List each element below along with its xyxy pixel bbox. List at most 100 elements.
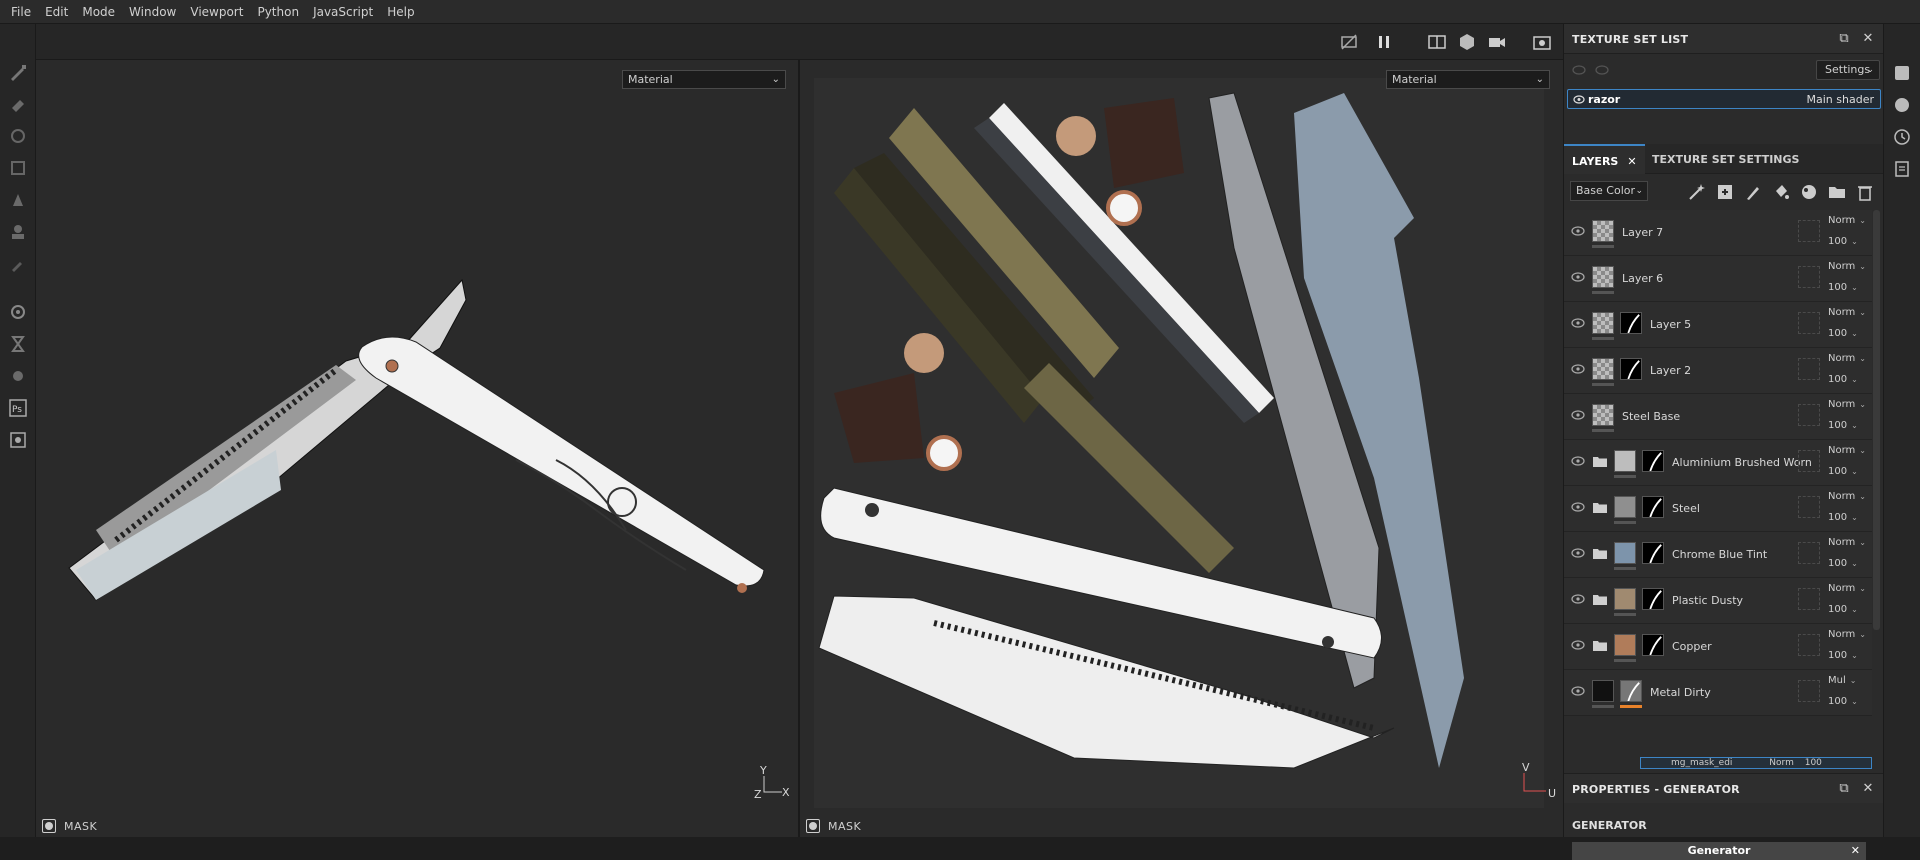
layer-blend-mode[interactable]: Norm ⌄ <box>1828 261 1866 272</box>
layer-opacity[interactable]: 100 ⌄ <box>1828 604 1858 615</box>
mask-icon[interactable] <box>42 819 56 833</box>
sub-layer-opacity[interactable]: 100 <box>1805 758 1822 768</box>
split-view-icon[interactable] <box>1427 32 1447 52</box>
eye-icon[interactable] <box>1571 548 1585 558</box>
settings-gear-icon[interactable] <box>8 366 28 386</box>
projection-icon[interactable] <box>8 126 28 146</box>
cube-view-icon[interactable] <box>1457 32 1477 52</box>
geometry-fill-icon[interactable] <box>8 158 28 178</box>
folder-icon[interactable] <box>1593 548 1607 559</box>
hide-ui-icon[interactable] <box>1339 32 1359 52</box>
texture-set-shader[interactable]: Main shader <box>1807 93 1874 106</box>
settings-dropdown[interactable]: Settings ⌄ <box>1816 60 1880 80</box>
layer-row[interactable]: Steel Base Norm ⌄ 100 ⌄ <box>1564 394 1872 440</box>
magic-wand-icon[interactable] <box>1688 183 1706 201</box>
eye-off-icon[interactable] <box>1572 64 1586 76</box>
mask-thumbnail[interactable] <box>1620 358 1642 380</box>
add-fill-layer-icon[interactable] <box>1772 183 1790 201</box>
menu-window[interactable]: Window <box>122 0 183 24</box>
menu-file[interactable]: File <box>4 0 38 24</box>
undock-icon[interactable]: ⧉ <box>1837 782 1851 796</box>
folder-icon[interactable] <box>1593 456 1607 467</box>
shelf-dock-icon[interactable] <box>1893 96 1911 114</box>
uv-canvas[interactable] <box>814 78 1544 808</box>
menu-help[interactable]: Help <box>380 0 421 24</box>
clone-stamp-icon[interactable] <box>8 222 28 242</box>
eye-icon[interactable] <box>1571 594 1585 604</box>
folder-icon[interactable] <box>1593 502 1607 513</box>
layer-blend-mode[interactable]: Norm ⌄ <box>1828 353 1866 364</box>
layer-blend-mode[interactable]: Norm ⌄ <box>1828 215 1866 226</box>
mask-thumbnail[interactable] <box>1642 542 1664 564</box>
delete-icon[interactable] <box>1856 183 1874 201</box>
layer-thumbnail[interactable] <box>1614 588 1636 610</box>
layer-blend-mode[interactable]: Norm ⌄ <box>1828 307 1866 318</box>
smudge-icon[interactable] <box>8 190 28 210</box>
mask-thumbnail[interactable] <box>1642 588 1664 610</box>
camera-icon[interactable] <box>1487 32 1507 52</box>
eye-icon[interactable] <box>1573 95 1585 104</box>
texture-set-item[interactable]: razor Main shader <box>1567 89 1881 109</box>
folder-icon[interactable] <box>1593 640 1607 651</box>
layer-opacity[interactable]: 100 ⌄ <box>1828 328 1858 339</box>
close-icon[interactable]: ✕ <box>1861 782 1875 796</box>
bake-icon[interactable] <box>8 302 28 322</box>
mask-thumbnail[interactable] <box>1642 634 1664 656</box>
layer-thumbnail[interactable] <box>1614 496 1636 518</box>
close-icon[interactable]: ✕ <box>1627 155 1636 168</box>
layer-opacity[interactable]: 100 ⌄ <box>1828 512 1858 523</box>
layer-row[interactable]: Layer 6 Norm ⌄ 100 ⌄ <box>1564 256 1872 302</box>
generator-selector[interactable]: Generator ✕ <box>1572 842 1866 860</box>
menu-viewport[interactable]: Viewport <box>183 0 250 24</box>
layer-row[interactable]: Plastic Dusty Norm ⌄ 100 ⌄ <box>1564 578 1872 624</box>
pause-icon[interactable] <box>1374 32 1394 52</box>
layer-blend-mode[interactable]: Norm ⌄ <box>1828 445 1866 456</box>
paint-brush-icon[interactable] <box>8 62 28 82</box>
layer-opacity[interactable]: 100 ⌄ <box>1828 696 1858 707</box>
layer-row[interactable]: Layer 2 Norm ⌄ 100 ⌄ <box>1564 348 1872 394</box>
layer-row[interactable]: Copper Norm ⌄ 100 ⌄ <box>1564 624 1872 670</box>
viewport-3d[interactable]: Material ⌄ Y X Z MASK <box>36 60 798 837</box>
layer-opacity[interactable]: 100 ⌄ <box>1828 374 1858 385</box>
eye-icon[interactable] <box>1571 502 1585 512</box>
mask-thumbnail[interactable] <box>1620 680 1642 702</box>
add-folder-icon[interactable] <box>1828 183 1846 201</box>
sub-layer-row[interactable]: mg_mask_edi Norm 100 <box>1640 757 1872 769</box>
eye-icon[interactable] <box>1571 364 1585 374</box>
layer-row[interactable]: Metal Dirty Mul ⌄ 100 ⌄ <box>1564 670 1872 716</box>
close-icon[interactable]: ✕ <box>1851 842 1860 860</box>
layer-opacity[interactable]: 100 ⌄ <box>1828 420 1858 431</box>
layer-thumbnail[interactable] <box>1592 312 1614 334</box>
add-mask-icon[interactable] <box>1800 183 1818 201</box>
photoshop-export-icon[interactable]: Ps <box>8 398 28 418</box>
folder-icon[interactable] <box>1593 594 1607 605</box>
screenshot-icon[interactable] <box>1532 32 1552 52</box>
color-picker-icon[interactable] <box>8 254 28 274</box>
layer-thumbnail[interactable] <box>1592 358 1614 380</box>
eye-outline-icon[interactable] <box>1595 64 1609 76</box>
layer-thumbnail[interactable] <box>1592 404 1614 426</box>
layer-row[interactable]: Steel Norm ⌄ 100 ⌄ <box>1564 486 1872 532</box>
layer-row[interactable]: Layer 7 Norm ⌄ 100 ⌄ <box>1564 210 1872 256</box>
layer-blend-mode[interactable]: Norm ⌄ <box>1828 629 1866 640</box>
layer-blend-mode[interactable]: Norm ⌄ <box>1828 537 1866 548</box>
sub-layer-blend[interactable]: Norm <box>1769 758 1794 768</box>
log-icon[interactable] <box>1893 160 1911 178</box>
tab-texture-set-settings[interactable]: TEXTURE SET SETTINGS <box>1644 144 1807 174</box>
layer-blend-mode[interactable]: Mul ⌄ <box>1828 675 1856 686</box>
mask-thumbnail[interactable] <box>1642 450 1664 472</box>
eye-icon[interactable] <box>1571 272 1585 282</box>
layer-blend-mode[interactable]: Norm ⌄ <box>1828 491 1866 502</box>
eraser-icon[interactable] <box>8 94 28 114</box>
viewport-left-mode-select[interactable]: Material ⌄ <box>622 70 786 89</box>
eye-icon[interactable] <box>1571 318 1585 328</box>
export-textures-icon[interactable] <box>8 430 28 450</box>
layer-opacity[interactable]: 100 ⌄ <box>1828 558 1858 569</box>
eye-icon[interactable] <box>1571 686 1585 696</box>
layer-opacity[interactable]: 100 ⌄ <box>1828 650 1858 661</box>
hourglass-icon[interactable] <box>8 334 28 354</box>
add-effect-icon[interactable] <box>1716 183 1734 201</box>
mask-thumbnail[interactable] <box>1620 312 1642 334</box>
undock-icon[interactable]: ⧉ <box>1837 32 1851 46</box>
add-paint-layer-icon[interactable] <box>1744 183 1762 201</box>
